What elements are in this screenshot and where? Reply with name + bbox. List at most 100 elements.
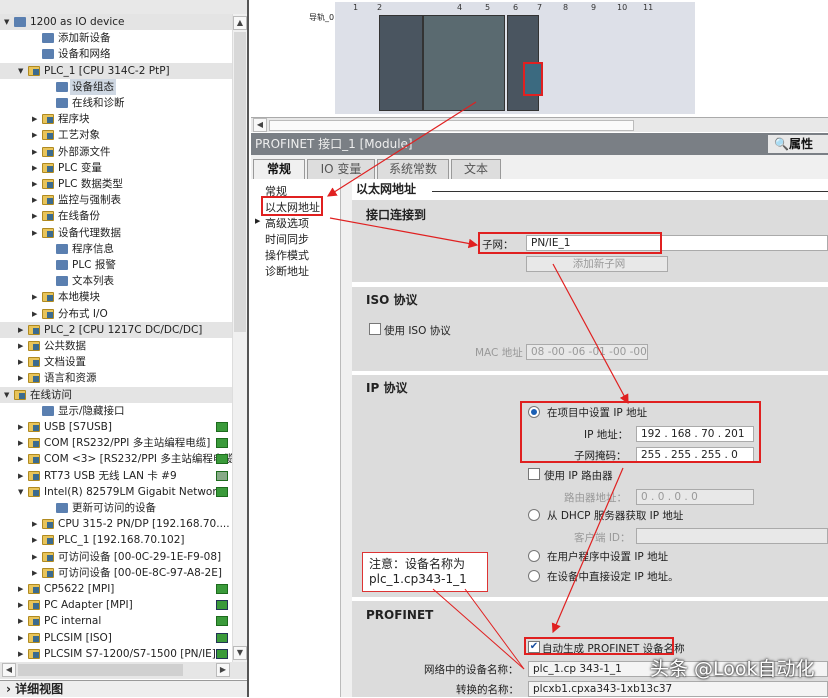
tree-item[interactable]: 设备组态	[0, 78, 232, 95]
tree-item[interactable]: ▶ 监控与强制表	[0, 192, 232, 208]
collapse-arrow-icon[interactable]: ▼	[4, 387, 12, 403]
tree-item[interactable]: ▶ 设备代理数据	[0, 225, 232, 241]
tree-item[interactable]: 添加新设备	[0, 30, 232, 46]
radio-set-on-device[interactable]	[528, 570, 540, 582]
collapse-arrow-icon[interactable]: ▼	[18, 63, 26, 79]
tree-item[interactable]: ▶ COM <3> [RS232/PPI 多主站编程电缆]	[0, 451, 238, 467]
tree-item[interactable]: 文本列表	[0, 273, 232, 289]
tree-item[interactable]: ▶ 文档设置	[0, 354, 232, 370]
tree-item[interactable]: ▶ 可访问设备 [00-0C-29-1E-F9-08]	[0, 549, 232, 565]
expand-arrow-icon[interactable]: ▶	[18, 630, 26, 646]
expand-arrow-icon[interactable]: ▶	[32, 127, 40, 143]
tree-item[interactable]: ▶ PLC_1 [192.168.70.102]	[0, 532, 232, 548]
expand-arrow-icon[interactable]: ▶	[18, 370, 26, 386]
scroll-right-button[interactable]: ▶	[216, 663, 230, 677]
expand-arrow-icon[interactable]: ▶	[18, 468, 26, 484]
expand-arrow-icon[interactable]: ▶	[32, 144, 40, 160]
hscroll-thumb[interactable]	[269, 120, 634, 131]
expand-arrow-icon[interactable]: ▶	[32, 549, 40, 565]
nav-advanced-options[interactable]: 高级选项	[265, 215, 309, 231]
tree-item[interactable]: ▼ Intel(R) 82579LM Gigabit Networ...	[0, 484, 232, 500]
io-module[interactable]	[423, 15, 505, 111]
expand-arrow-icon[interactable]: ▶	[32, 111, 40, 127]
expand-arrow-icon[interactable]: ▶	[18, 581, 26, 597]
expand-arrow-icon[interactable]: ▶	[255, 217, 260, 225]
expand-arrow-icon[interactable]: ▶	[18, 435, 26, 451]
properties-button[interactable]: 🔍属性	[768, 135, 828, 153]
expand-arrow-icon[interactable]: ▶	[32, 208, 40, 224]
scroll-down-button[interactable]: ▼	[233, 646, 247, 660]
expand-arrow-icon[interactable]: ▶	[32, 306, 40, 322]
client-id-field[interactable]	[636, 528, 828, 544]
tree-item[interactable]: ▶ CP5622 [MPI]	[0, 581, 232, 597]
tree-item[interactable]: ▶ PC internal	[0, 613, 232, 629]
tab-general[interactable]: 常规	[253, 159, 305, 179]
tree-item[interactable]: 设备和网络	[0, 46, 232, 62]
expand-arrow-icon[interactable]: ▶	[32, 516, 40, 532]
tree-vertical-scrollbar[interactable]: ▲ ▼	[232, 14, 247, 662]
tree-item[interactable]: ▶ PC Adapter [MPI]	[0, 597, 232, 613]
router-address-field[interactable]: 0 . 0 . 0 . 0	[636, 489, 754, 505]
profinet-port-highlight[interactable]	[523, 62, 543, 96]
tree-horizontal-scrollbar[interactable]: ◀ ▶	[0, 662, 247, 679]
tree-item[interactable]: ▼ PLC_1 [CPU 314C-2 PtP]	[0, 62, 232, 79]
tree-item[interactable]: 程序信息	[0, 241, 232, 257]
use-iso-checkbox[interactable]	[369, 323, 381, 335]
device-view-scrollbar[interactable]: ◀	[251, 117, 828, 132]
tree-item[interactable]: ▶ 语言和资源	[0, 370, 232, 386]
tab-texts[interactable]: 文本	[451, 159, 501, 179]
expand-arrow-icon[interactable]: ▶	[18, 597, 26, 613]
cpu-module[interactable]	[379, 15, 423, 111]
nav-operating-mode[interactable]: 操作模式	[265, 247, 309, 263]
tree-item[interactable]: ▶ PLC_2 [CPU 1217C DC/DC/DC]	[0, 321, 232, 338]
tree-item[interactable]: 在线和诊断	[0, 95, 232, 111]
scroll-left-button[interactable]: ◀	[253, 118, 267, 132]
tree-item[interactable]: ▼ 1200 as IO device	[0, 14, 232, 30]
tree-item[interactable]: ▶ COM [RS232/PPI 多主站编程电缆]	[0, 435, 232, 451]
tree-item[interactable]: ▶ 分布式 I/O	[0, 306, 232, 322]
expand-arrow-icon[interactable]: ▶	[32, 565, 40, 581]
tab-io-tags[interactable]: IO 变量	[307, 159, 375, 179]
tree-item[interactable]: ▶ 在线备份	[0, 208, 232, 224]
expand-arrow-icon[interactable]: ▶	[32, 192, 40, 208]
tab-system-constants[interactable]: 系统常数	[377, 159, 449, 179]
scroll-left-button[interactable]: ◀	[2, 663, 16, 677]
tree-item[interactable]: PLC 报警	[0, 257, 232, 273]
tree-item[interactable]: ▶ PLCSIM S7-1200/S7-1500 [PN/IE]	[0, 646, 232, 662]
tree-item[interactable]: ▶ 本地模块	[0, 289, 232, 305]
expand-arrow-icon[interactable]: ▶	[18, 451, 26, 467]
tree-item[interactable]: ▶ USB [S7USB]	[0, 419, 232, 435]
collapse-arrow-icon[interactable]: ▼	[18, 484, 26, 500]
tree-item[interactable]: ▶ RT73 USB 无线 LAN 卡 #9	[0, 468, 232, 484]
expand-arrow-icon[interactable]: ▶	[18, 646, 26, 662]
tree-item[interactable]: ▶ 程序块	[0, 111, 232, 127]
mac-field[interactable]: 08 -00 -06 -01 -00 -00	[526, 344, 648, 360]
add-subnet-button[interactable]: 添加新子网	[526, 256, 668, 272]
expand-arrow-icon[interactable]: ▶	[32, 160, 40, 176]
tree-item[interactable]: 更新可访问的设备	[0, 500, 232, 516]
expand-arrow-icon[interactable]: ▶	[18, 338, 26, 354]
tree-item[interactable]: ▶ 外部源文件	[0, 144, 232, 160]
tree-item[interactable]: ▶ PLC 变量	[0, 160, 232, 176]
tree-item[interactable]: ▶ 可访问设备 [00-0E-8C-97-A8-2E]	[0, 565, 232, 581]
hscroll-thumb[interactable]	[18, 664, 183, 676]
tree-item[interactable]: ▶ 公共数据	[0, 338, 232, 354]
tree-item[interactable]: ▶ PLC 数据类型	[0, 176, 232, 192]
expand-arrow-icon[interactable]: ▶	[32, 289, 40, 305]
tree-item[interactable]: 显示/隐藏接口	[0, 403, 232, 419]
expand-arrow-icon[interactable]: ▶	[18, 322, 26, 338]
expand-arrow-icon[interactable]: ▶	[32, 225, 40, 241]
expand-arrow-icon[interactable]: ▶	[18, 613, 26, 629]
expand-arrow-icon[interactable]: ▶	[32, 532, 40, 548]
detail-view-header[interactable]: › 详细视图	[0, 680, 247, 697]
radio-dhcp[interactable]	[528, 509, 540, 521]
scroll-up-button[interactable]: ▲	[233, 16, 247, 30]
expand-arrow-icon[interactable]: ▶	[18, 419, 26, 435]
nav-time-sync[interactable]: 时间同步	[265, 231, 309, 247]
collapse-arrow-icon[interactable]: ▼	[4, 14, 12, 30]
use-router-checkbox[interactable]	[528, 468, 540, 480]
tree-item[interactable]: ▶ 工艺对象	[0, 127, 232, 143]
tree-item[interactable]: ▶ PLCSIM [ISO]	[0, 630, 232, 646]
expand-arrow-icon[interactable]: ▶	[18, 354, 26, 370]
tree-item[interactable]: ▼ 在线访问	[0, 386, 232, 403]
